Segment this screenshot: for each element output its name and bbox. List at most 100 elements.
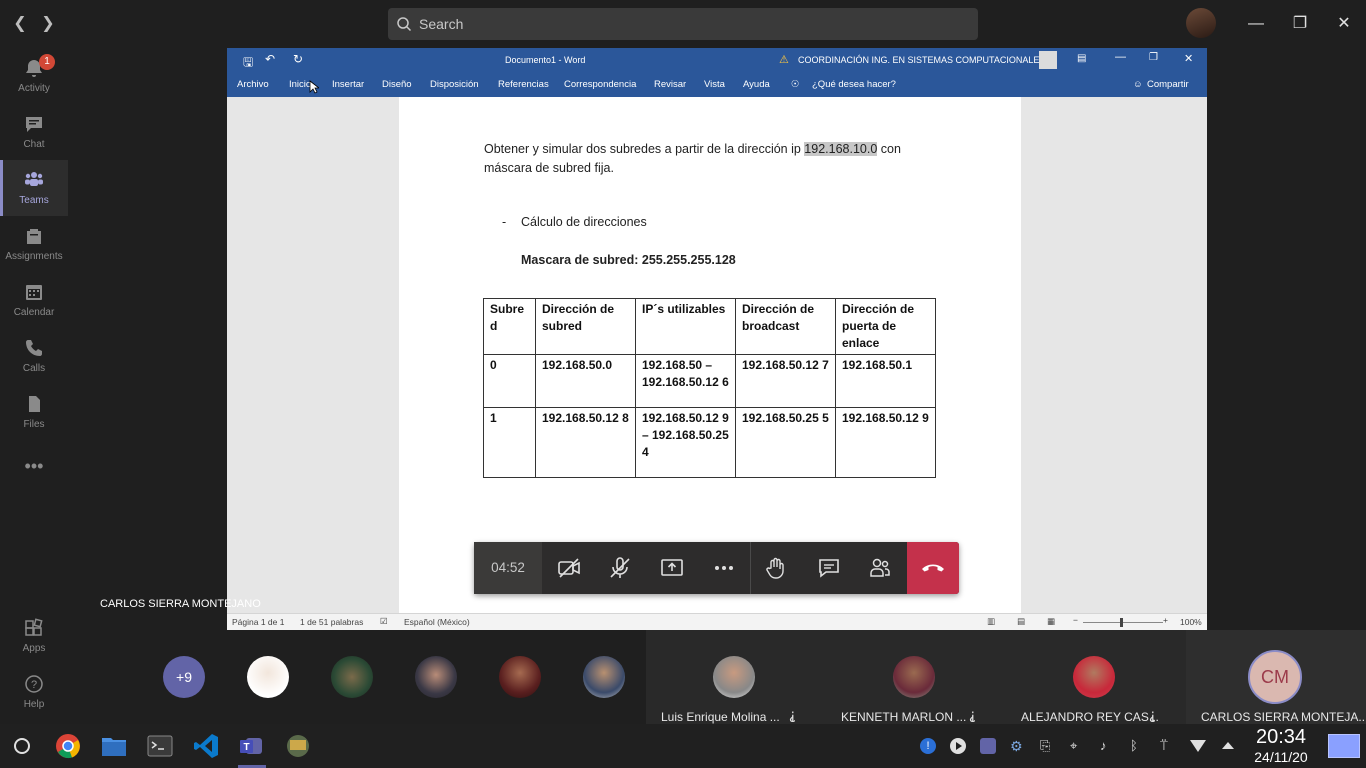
tab-inicio[interactable]: Inicio [289,79,311,90]
participant-name: Luis Enrique Molina ... [661,710,780,724]
tab-revisar[interactable]: Revisar [654,79,686,90]
table-header-cell: Subre d [483,298,536,355]
packet-tracer-icon[interactable] [284,732,312,760]
media-play-icon[interactable] [950,738,966,754]
show-desktop-icon[interactable] [1328,734,1360,758]
print-layout-icon[interactable]: ▤ [1017,616,1025,627]
tab-diseno[interactable]: Diseño [382,79,412,90]
tab-vista[interactable]: Vista [704,79,725,90]
participant-avatar[interactable] [247,656,289,698]
search-box[interactable]: Search [388,8,978,40]
para-text: con [877,142,901,156]
rail-item-activity[interactable]: 1 Activity [0,48,68,104]
share-screen-icon[interactable] [660,556,684,580]
share-button[interactable]: Compartir [1147,79,1189,90]
help-icon: ? [25,675,43,693]
rail-item-files[interactable]: Files [0,384,68,440]
close-icon[interactable]: ✕ [1332,12,1356,36]
microphone-icon[interactable]: ⍡ [1160,738,1176,754]
participant-avatar[interactable] [331,656,373,698]
read-mode-icon[interactable]: ▥ [987,616,995,627]
redo-icon[interactable]: ↻ [293,52,303,66]
tab-referencias[interactable]: Referencias [498,79,549,90]
raise-hand-icon[interactable] [764,556,788,580]
user-avatar[interactable] [1186,8,1216,38]
subnet-table: Subre d Dirección de subred IP´s utiliza… [483,298,936,478]
chat-icon[interactable] [817,556,841,580]
wifi-icon[interactable] [1190,738,1206,754]
save-icon[interactable]: 🖫 [243,53,253,74]
account-avatar[interactable] [1039,51,1057,69]
camera-off-icon[interactable] [557,556,581,580]
location-icon[interactable]: ⌖ [1070,738,1086,754]
info-icon[interactable]: ! [920,738,936,754]
bluetooth-icon[interactable]: ᛒ [1130,738,1146,754]
participant-avatar[interactable] [415,656,457,698]
table-cell: 0 [483,354,536,408]
more-apps-button[interactable]: ••• [0,440,68,496]
rail-item-apps[interactable]: Apps [0,608,68,664]
participant-avatar[interactable] [583,656,625,698]
clock-date[interactable]: 24/11/20 [1245,749,1317,765]
tab-ayuda[interactable]: Ayuda [743,79,770,90]
settings-gear-icon[interactable]: ⚙ [1010,738,1026,754]
zoom-out-icon[interactable]: − [1073,615,1078,625]
chrome-icon[interactable] [54,732,82,760]
participant-avatar[interactable] [499,656,541,698]
participant-strip: +9 Luis Enrique Molina ... ⸘ KENNETH MAR… [68,630,1366,724]
calendar-icon [26,285,42,300]
launcher-icon[interactable] [8,732,36,760]
undo-icon[interactable]: ↶ [265,52,275,66]
rail-item-teams[interactable]: Teams [0,160,68,216]
rail-item-calendar[interactable]: Calendar [0,272,68,328]
mic-off-icon[interactable] [608,556,632,580]
word-minimize-icon[interactable]: — [1115,51,1126,63]
participant-tile[interactable]: ALEJANDRO REY CAS... ⸘ [1006,630,1186,724]
minimize-icon[interactable]: — [1244,12,1268,36]
tab-archivo[interactable]: Archivo [237,79,269,90]
web-layout-icon[interactable]: ▦ [1047,616,1055,627]
participant-tile[interactable]: Luis Enrique Molina ... ⸘ [646,630,826,724]
table-header-cell: Dirección de broadcast [735,298,836,355]
participant-name: CARLOS SIERRA MONTEJA... [1201,710,1366,724]
clock-time[interactable]: 20:34 [1248,726,1314,749]
files-icon[interactable] [100,732,128,760]
tray-expand-icon[interactable] [1220,738,1236,754]
rail-item-help[interactable]: ? Help [0,664,68,720]
zoom-slider-thumb[interactable] [1120,618,1123,627]
maximize-icon[interactable]: ❐ [1288,12,1312,36]
teams-title-bar: ❮ ❯ Search — ❐ ✕ [0,0,1366,48]
tell-me-box[interactable]: ¿Qué desea hacer? [812,79,896,90]
tab-disposicion[interactable]: Disposición [430,79,479,90]
document-page[interactable]: Obtener y simular dos subredes a partir … [399,97,1021,617]
word-restore-icon[interactable]: ❐ [1149,52,1158,63]
word-close-icon[interactable]: ✕ [1184,52,1193,65]
clipboard-icon[interactable]: ⎘ [1040,738,1056,754]
tab-correspondencia[interactable]: Correspondencia [564,79,636,90]
divider [750,542,751,594]
zoom-slider[interactable] [1083,622,1163,623]
teams-app-icon[interactable]: T [238,732,266,760]
participants-icon[interactable] [868,556,892,580]
rail-item-chat[interactable]: Chat [0,104,68,160]
volume-icon[interactable]: ♪ [1100,738,1116,754]
rail-item-assignments[interactable]: Assignments [0,216,68,272]
back-arrow-icon[interactable]: ❮ [10,14,30,34]
participant-tile-self[interactable]: CM CARLOS SIERRA MONTEJA... [1186,630,1366,724]
tab-insertar[interactable]: Insertar [332,79,364,90]
teams-tray-icon[interactable] [980,738,996,754]
hang-up-button[interactable] [907,542,959,594]
more-options-icon[interactable] [712,556,736,580]
table-header-cell: Dirección de puerta de enlace [835,298,936,355]
more-participants-button[interactable]: +9 [163,656,205,698]
zoom-in-icon[interactable]: + [1163,615,1168,625]
terminal-icon[interactable] [146,732,174,760]
forward-arrow-icon[interactable]: ❯ [38,14,58,34]
ribbon-display-icon[interactable]: ▤ [1077,53,1086,64]
table-cell: 192.168.50.25 5 [735,407,836,478]
rail-item-calls[interactable]: Calls [0,328,68,384]
rail-label: Activity [18,83,50,94]
participant-tile[interactable]: KENNETH MARLON ... ⸘ [826,630,1006,724]
vscode-icon[interactable] [192,732,220,760]
search-icon [397,17,412,32]
